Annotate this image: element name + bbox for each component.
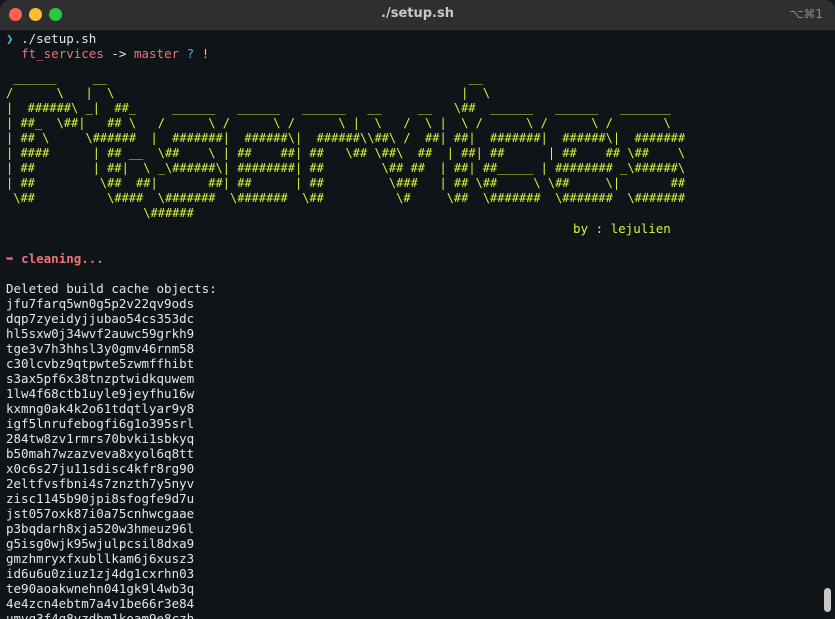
scrollbar-thumb[interactable] xyxy=(824,588,831,612)
cache-object-id: id6u6u0ziuz1zj4dg1cxrhn03 xyxy=(6,566,195,581)
cache-object-id: tge3v7h3hhsl3y0gmv46rnm58 xyxy=(6,341,195,356)
cache-object-id: 284tw8zv1rmrs70bvki1sbkyq xyxy=(6,431,195,446)
author-byline: by : lejulien xyxy=(573,221,671,236)
title-bar[interactable]: ./setup.sh ⌥⌘1 xyxy=(0,0,835,31)
cache-object-id: umvg3f4q8vzdbm1koam9e8czh xyxy=(6,611,195,619)
window-title: ./setup.sh xyxy=(381,6,454,21)
cache-object-id: hl5sxw0j34wvf2auwc59grkh9 xyxy=(6,326,195,341)
cache-object-id: p3bqdarh8xja520w3hmeuz96l xyxy=(6,521,195,536)
cache-object-id: 1lw4f68ctb1uyle9jeyfhu16w xyxy=(6,386,195,401)
git-untracked-indicator: ? xyxy=(186,46,195,61)
command-text: ./setup.sh xyxy=(21,31,97,46)
prompt-icon: ❯ xyxy=(6,31,14,46)
cache-object-id: x0c6s27ju11sdisc4kfr8rg90 xyxy=(6,461,195,476)
cache-object-id: gmzhmryxfxubllkam6j6xusz3 xyxy=(6,551,195,566)
command-line: ❯ ./setup.sh xyxy=(6,31,816,46)
cache-object-id: jfu7farq5wn0g5p2v22qv9ods xyxy=(6,296,195,311)
cache-object-id: igf5lnrufebogfi6g1o395srl xyxy=(6,416,195,431)
cache-object-id: s3ax5pf6x38tnzptwidkquwem xyxy=(6,371,195,386)
cache-object-id: 4e4zcn4ebtm7a4v1be66r3e84 xyxy=(6,596,195,611)
terminal-output[interactable]: ❯ ./setup.sh ft_services -> master ? ! _… xyxy=(6,31,816,619)
git-branch: master xyxy=(133,46,180,61)
cache-object-id: 2eltfvsfbni4s7znzth7y5nyv xyxy=(6,476,195,491)
cache-object-id: kxmng0ak4k2o61tdqtlyar9y8 xyxy=(6,401,195,416)
cache-object-id: zisc1145b90jpi8sfogfe9d7u xyxy=(6,491,195,506)
deleted-header: Deleted build cache objects: xyxy=(6,281,217,296)
git-modified-indicator: ! xyxy=(201,46,210,61)
window-shortcut: ⌥⌘1 xyxy=(789,7,823,21)
ascii-banner: ______ __ __ / \ | \ | \ | ######\ _| ##… xyxy=(6,71,686,220)
cache-object-id: dqp7zyeidyjjubao54cs353dc xyxy=(6,311,195,326)
byline-row: by : lejulien xyxy=(6,221,816,236)
git-status-line: ft_services -> master ? ! xyxy=(6,46,816,61)
terminal-window: ./setup.sh ⌥⌘1 ❯ ./setup.sh ft_services … xyxy=(0,0,835,619)
step-line: ➥ cleaning... xyxy=(6,251,816,266)
cache-object-id: jst057oxk87i0a75cnhwcgaae xyxy=(6,506,195,521)
step-label: cleaning... xyxy=(21,251,104,266)
cache-object-id: g5isg0wjk95wjulpcsil8dxa9 xyxy=(6,536,195,551)
cache-object-id: te90aoakwnehn041gk9l4wb3q xyxy=(6,581,195,596)
cache-object-id: c30lcvbz9qtpwte5zwmffhibt xyxy=(6,356,195,371)
git-arrow: -> xyxy=(111,46,127,61)
step-arrow-icon: ➥ xyxy=(6,251,14,266)
git-dir: ft_services xyxy=(21,46,104,61)
cache-object-id: b50mah7wzazveva8xyol6q8tt xyxy=(6,446,195,461)
hash-list: jfu7farq5wn0g5p2v22qv9ods dqp7zyeidyjjuba… xyxy=(6,296,816,619)
